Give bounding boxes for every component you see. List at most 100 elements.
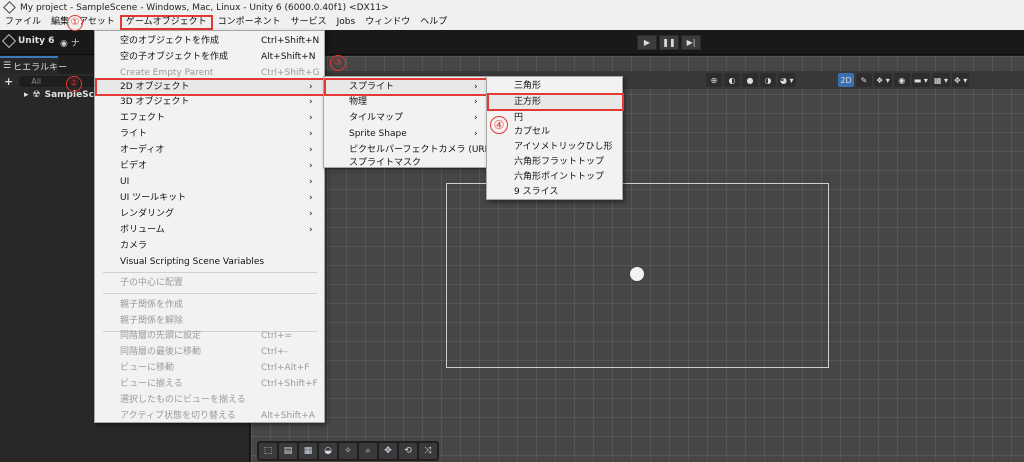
gameobject-menu: 空のオブジェクトを作成 Ctrl+Shift+N 空の子オブジェクトを作成 Alt+… (94, 30, 326, 424)
menu-component[interactable]: コンポーネント (213, 15, 286, 30)
submenu-item-sprite-mask[interactable]: スプライトマスク (324, 155, 488, 171)
pause-button[interactable]: ❚❚ (659, 35, 679, 50)
unity-account-button[interactable]: Unity 6 (1, 33, 54, 49)
snap-tool-icon[interactable]: ◒ (319, 443, 337, 459)
menu-item-shortcut: Ctrl+Alt+F (261, 363, 310, 373)
move-tool-icon[interactable]: ✥ (379, 443, 397, 459)
shading-lit-icon[interactable]: ◑ (760, 73, 776, 87)
menu-item-label: UI ツールキット (120, 193, 187, 203)
camera-gizmo-icon[interactable] (630, 267, 644, 281)
menu-item-move-to-view[interactable]: ビューに移動 Ctrl+Alt+F (95, 360, 326, 376)
menu-item-create-empty[interactable]: 空のオブジェクトを作成 Ctrl+Shift+N (95, 33, 326, 49)
menu-item-ui-toolkit[interactable]: UI ツールキット › (95, 190, 326, 206)
zoom-tool-icon[interactable]: ⌕ (359, 443, 377, 459)
camera-icon[interactable]: ▬ ▾ (911, 73, 930, 87)
menu-item-create-empty-child[interactable]: 空の子オブジェクトを作成 Alt+Shift+N (95, 49, 326, 65)
menu-gameobject[interactable]: ゲームオブジェクト (119, 15, 213, 30)
menu-item-video[interactable]: ビデオ › (95, 158, 326, 174)
menu-item-3d-object[interactable]: 3D オブジェクト › (95, 94, 326, 110)
menu-item-align-with-view[interactable]: ビューに揃える Ctrl+Shift+F (95, 376, 326, 392)
mode-2d-toggle[interactable]: 2D (838, 73, 854, 87)
effects-icon[interactable]: ❖ ▾ (874, 73, 892, 87)
sprite-item-square[interactable]: 正方形 (487, 93, 624, 111)
submenu-item-tilemap[interactable]: タイルマップ › (324, 110, 488, 126)
menu-item-set-first-sibling[interactable]: 同階層の先頭に設定 Ctrl+= (95, 328, 326, 344)
pause-icon: ❚❚ (662, 38, 676, 47)
menu-item-volume[interactable]: ボリューム › (95, 222, 326, 238)
menu-item-label: 9 スライス (514, 187, 559, 197)
menu-item-center-on-children[interactable]: 子の中心に配置 (95, 275, 326, 291)
menu-item-align-view-to-selected[interactable]: 選択したものにビューを揃える (95, 392, 326, 408)
submenu-item-physics[interactable]: 物理 › (324, 94, 488, 110)
menu-separator (103, 272, 317, 273)
menu-services[interactable]: サービス (286, 15, 332, 30)
menu-jobs[interactable]: Jobs (332, 15, 361, 30)
lighting-icon[interactable]: ✎ (856, 73, 872, 87)
gizmo-toggle-icon[interactable]: ⊕ (706, 73, 722, 87)
tab-hierarchy[interactable]: ☰ ヒエラルキー (0, 56, 67, 74)
sprite-item-triangle[interactable]: 三角形 (487, 78, 624, 94)
menu-item-shortcut: Ctrl+Shift+F (261, 379, 318, 389)
sprite-item-isometric-diamond[interactable]: アイソメトリックひし形 (487, 139, 624, 155)
submenu-arrow-icon: › (309, 113, 313, 123)
shading-solid-icon[interactable]: ● (742, 73, 758, 87)
sprite-item-9-slice[interactable]: 9 スライス (487, 184, 624, 200)
menu-item-label: 空のオブジェクトを作成 (120, 36, 220, 46)
menu-item-label: カプセル (514, 127, 551, 137)
menu-separator (103, 293, 317, 294)
submenu-arrow-icon: › (474, 129, 478, 139)
submenu-arrow-icon: › (474, 113, 478, 123)
rotate-tool-icon[interactable]: ⟲ (399, 443, 417, 459)
sprite-item-hexagon-point-top[interactable]: 六角形ポイントトップ (487, 169, 624, 185)
menu-item-make-parent[interactable]: 親子関係を作成 (95, 297, 326, 313)
menu-item-label: 子の中心に配置 (120, 278, 184, 288)
custom-tool-icon[interactable]: ⤨ (419, 443, 437, 459)
menu-file[interactable]: ファイル (0, 15, 46, 30)
sprite-item-hexagon-flat-top[interactable]: 六角形フラットトップ (487, 154, 624, 170)
menu-item-label: Visual Scripting Scene Variables (120, 257, 265, 267)
menu-item-ui[interactable]: UI › (95, 174, 326, 190)
rect-tool-icon[interactable]: ⬚ (259, 443, 277, 459)
step-button[interactable]: ▶| (681, 35, 701, 50)
menu-item-label: タイルマップ (349, 113, 404, 123)
unity-cube-icon (1, 33, 17, 49)
grid-tool-icon[interactable]: ▦ (299, 443, 317, 459)
submenu-arrow-icon: › (309, 145, 313, 155)
menu-item-label: 3D オブジェクト (120, 97, 190, 107)
gizmos-icon[interactable]: ▦ ▾ (931, 73, 950, 87)
orientation-icon[interactable]: ✥ ▾ (951, 73, 970, 87)
scene-tools-overlay: ⬚ ▤ ▦ ◒ ✧ ⌕ ✥ ⟲ ⤨ (257, 441, 439, 461)
menu-item-label: アイソメトリックひし形 (514, 142, 613, 152)
render-mode-icon[interactable]: ◕ ▾ (778, 73, 796, 87)
menu-window[interactable]: ウィンドウ (360, 15, 415, 30)
menu-item-rendering[interactable]: レンダリング › (95, 206, 326, 222)
menu-help[interactable]: ヘルプ (415, 15, 452, 30)
transform-tool-icon[interactable]: ▤ (279, 443, 297, 459)
play-icon: ▶ (643, 38, 651, 47)
submenu-item-sprite-shape[interactable]: Sprite Shape › (324, 126, 488, 142)
title-bar: My project - SampleScene - Windows, Mac,… (0, 0, 1024, 15)
menu-item-label: アクティブ状態を切り替える (120, 411, 236, 421)
add-object-button[interactable]: + (4, 75, 13, 88)
menu-item-label: ボリューム (120, 225, 165, 235)
visibility-icon[interactable]: ◉ (893, 73, 910, 87)
menu-item-label: ビューに移動 (120, 363, 175, 373)
submenu-arrow-icon: › (309, 161, 313, 171)
menu-item-label: カメラ (120, 241, 148, 251)
menu-item-shortcut: Alt+Shift+A (261, 411, 315, 421)
menu-item-label: 三角形 (514, 81, 542, 91)
menu-item-set-last-sibling[interactable]: 同階層の最後に移動 Ctrl+- (95, 344, 326, 360)
account-dropdown[interactable]: ◉ ナ (60, 36, 80, 49)
shading-wire-icon[interactable]: ◐ (724, 73, 740, 87)
menu-item-camera[interactable]: カメラ (95, 238, 326, 254)
window-title: My project - SampleScene - Windows, Mac,… (20, 2, 389, 13)
menu-item-audio[interactable]: オーディオ › (95, 142, 326, 158)
menu-item-clear-parent[interactable]: 親子関係を解除 (95, 313, 326, 329)
menu-item-label: 六角形ポイントトップ (514, 172, 605, 182)
menu-item-light[interactable]: ライト › (95, 126, 326, 142)
menu-item-visual-scripting-vars[interactable]: Visual Scripting Scene Variables (95, 254, 326, 270)
menu-item-effects[interactable]: エフェクト › (95, 110, 326, 126)
brush-tool-icon[interactable]: ✧ (339, 443, 357, 459)
play-button[interactable]: ▶ (637, 35, 657, 50)
menu-item-toggle-active-state[interactable]: アクティブ状態を切り替える Alt+Shift+A (95, 408, 326, 424)
